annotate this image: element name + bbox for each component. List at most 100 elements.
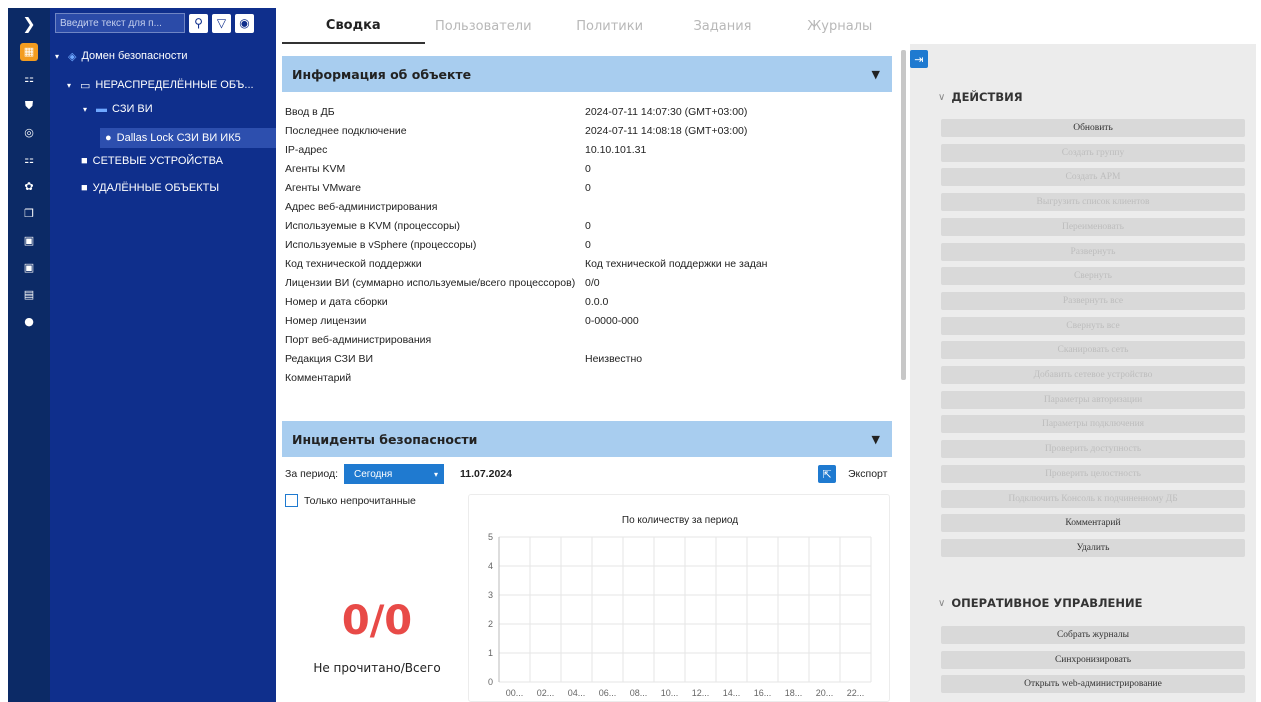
only-unread-checkbox[interactable]: Только непрочитанные [285,494,416,507]
network-icon: ⚏ [24,72,34,85]
rail-item-fingerprint[interactable]: ◎ [8,119,50,146]
chevron-down-icon: ▾ [433,469,438,479]
incidents-title: Инциденты безопасности [292,431,478,447]
info-row: Адрес веб-администрирования [285,201,585,219]
incidents-header[interactable]: Инциденты безопасности ▼ [282,421,892,457]
tab-policies[interactable]: Политики [542,8,677,44]
tree-node-label: СЕТЕВЫЕ УСТРОЙСТВА [92,155,223,167]
tree-node-network-devices[interactable]: ■ СЕТЕВЫЕ УСТРОЙСТВА [81,151,223,171]
incidents-chart: По количеству за период 0 1 2 3 4 5 00... 02...… [468,494,890,702]
x-tick-label: 06... [599,688,617,698]
folder-icon: ■ [81,155,88,167]
action-button[interactable]: Удалить [941,538,1245,557]
info-value: 0 [585,163,591,175]
info-key: Агенты VMware [285,182,362,194]
only-unread-label: Только непрочитанные [304,494,416,507]
x-tick-label: 18... [785,688,803,698]
action-button[interactable]: Комментарий [941,514,1245,533]
content-scrollbar[interactable] [901,50,906,380]
info-key: Комментарий [285,372,352,384]
expand-caret-icon[interactable]: ▾ [83,105,91,114]
info-value: 10.10.101.31 [585,144,647,156]
info-key: Используемые в KVM (процессоры) [285,220,460,232]
collapse-panel-icon[interactable]: ⇥ [910,50,928,68]
rail-item-devices[interactable]: ⚏ [8,146,50,173]
x-tick-label: 16... [754,688,772,698]
period-select[interactable]: Сегодня ▾ [343,464,444,484]
rail-item-objects[interactable]: ▦ [8,38,50,65]
rail-item-security[interactable]: ⛊ [8,92,50,119]
info-value: 0/0 [585,277,600,289]
rail-item-docs[interactable]: ▤ [8,281,50,308]
fingerprint-icon: ◎ [24,126,34,139]
action-button[interactable]: Обновить [941,119,1245,137]
tab-summary[interactable]: Сводка [282,8,425,44]
object-info-header[interactable]: Информация об объекте ▼ [282,56,892,92]
info-key: IP-адрес [285,144,328,156]
rail-item-network[interactable]: ⚏ [8,65,50,92]
expand-caret-icon[interactable]: ▾ [67,81,75,90]
x-tick-label: 22... [847,688,865,698]
monitor-icon: ▬ [96,103,107,115]
tree-search-input[interactable] [55,13,185,33]
tree-node-label: Dallas Lock СЗИ ВИ ИК5 [116,132,241,144]
tab-tasks[interactable]: Задания [677,8,767,44]
rail-item-info[interactable]: ● [8,308,50,335]
expand-rail-icon[interactable]: ❯ [8,8,50,38]
tree-node-dallas-lock[interactable]: ● Dallas Lock СЗИ ВИ ИК5 [100,128,276,148]
action-button[interactable]: Синхронизировать [941,650,1245,669]
action-button: Создать группу [941,143,1245,162]
actions-group-header[interactable]: ∨ ДЕЙСТВИЯ [938,90,1023,104]
info-value: 2024-07-11 14:07:30 (GMT+03:00) [585,106,748,118]
export-button[interactable]: ⇱ Экспорт [818,465,887,483]
tree-node-domain[interactable]: ▾ ◈ Домен безопасности [55,46,188,66]
x-tick-label: 14... [723,688,741,698]
rail-item-settings[interactable]: ✿ [8,173,50,200]
operational-group-header[interactable]: ∨ ОПЕРАТИВНОЕ УПРАВЛЕНИЕ [938,596,1143,610]
object-tree-panel: ⚲ ▽ ◉ ▾ ◈ Домен безопасности ▾ ▭ НЕРАСПР… [50,8,276,702]
tree-node-unassigned[interactable]: ▾ ▭ НЕРАСПРЕДЕЛЁННЫЕ ОБЪ... [67,75,254,95]
info-key: Код технической поддержки [285,258,422,270]
tab-logs[interactable]: Журналы [768,8,912,44]
actions-group-title: ДЕЙСТВИЯ [951,90,1023,104]
filter-icon[interactable]: ▽ [212,13,231,33]
tree-node-szi-vi[interactable]: ▾ ▬ СЗИ ВИ [83,99,153,119]
chart-title: По количеству за период [621,515,739,526]
operational-group-title: ОПЕРАТИВНОЕ УПРАВЛЕНИЕ [951,596,1143,610]
agent-icon: ● [105,132,112,144]
tab-users[interactable]: Пользователи [425,8,542,44]
action-button: Свернуть [941,267,1245,286]
action-button[interactable]: Собрать журналы [941,626,1245,644]
tree-node-remote-objects[interactable]: ■ УДАЛЁННЫЕ ОБЪЕКТЫ [81,178,219,198]
domain-icon: ◈ [68,50,77,63]
expand-caret-icon[interactable]: ▾ [55,52,63,61]
info-row: Редакция СЗИ ВИ Неизвестно [285,353,642,371]
rail-item-monitor[interactable]: ▣ [8,227,50,254]
rail-item-copy[interactable]: ❐ [8,200,50,227]
info-key: Ввод в ДБ [285,106,335,118]
action-button: Развернуть все [941,291,1245,310]
x-tick-label: 12... [692,688,710,698]
action-button: Подключить Консоль к подчиненному ДБ [941,489,1245,508]
info-row: Используемые в KVM (процессоры) 0 [285,220,591,238]
search-icon[interactable]: ⚲ [189,13,208,33]
info-key: Последнее подключение [285,125,407,137]
info-key: Номер лицензии [285,315,367,327]
chevron-down-icon[interactable]: ▼ [872,433,880,446]
info-key: Номер и дата сборки [285,296,388,308]
action-button[interactable]: Открыть web-администрирование [941,675,1245,693]
action-button: Свернуть все [941,316,1245,335]
copy-icon: ❐ [24,207,34,220]
eye-icon[interactable]: ◉ [235,13,254,33]
export-label: Экспорт [848,468,888,480]
checkbox-box[interactable] [285,494,298,507]
rail-item-protect[interactable]: ▣ [8,254,50,281]
period-label: За период: [285,468,338,480]
chevron-down-icon[interactable]: ▼ [872,68,880,81]
y-tick-label: 0 [488,677,493,687]
gear-icon: ✿ [24,180,34,193]
summary-content: Информация об объекте ▼ Ввод в ДБ 2024-07… [282,50,894,702]
info-value: 0.0.0 [585,296,609,308]
action-button: Развернуть [941,242,1245,261]
action-button: Сканировать сеть [941,341,1245,360]
